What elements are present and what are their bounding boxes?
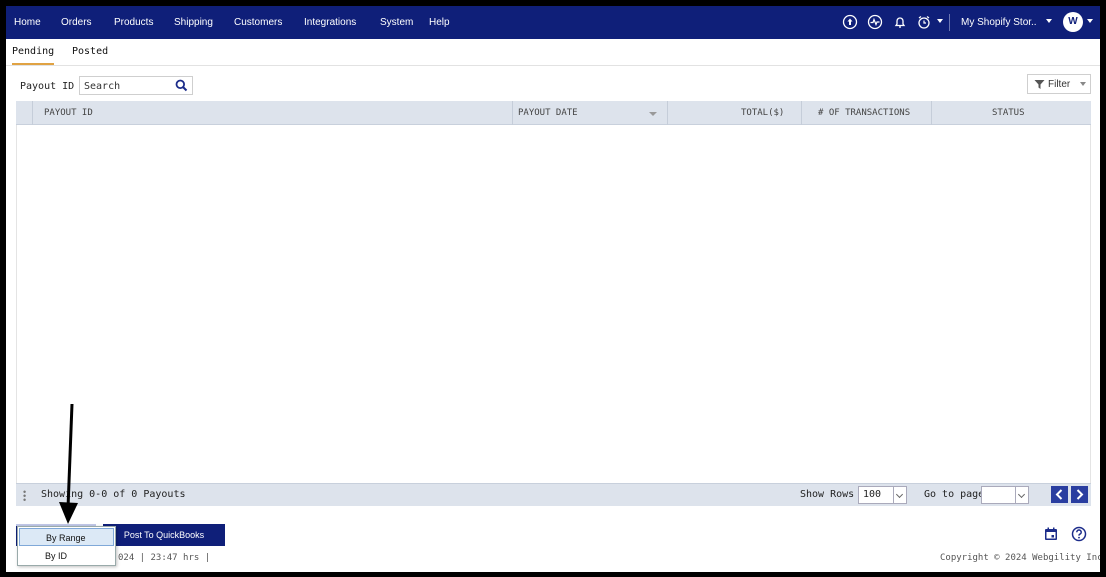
alarm-clock-icon[interactable] [916,14,932,30]
show-rows-label: Show Rows [800,489,855,500]
activity-circle-icon[interactable] [867,14,883,30]
prev-page-button[interactable] [1051,486,1068,503]
column-header-transactions[interactable]: # OF TRANSACTIONS [818,108,910,118]
column-header-payout-date[interactable]: PAYOUT DATE [518,108,578,118]
column-divider [931,101,932,125]
store-selector[interactable]: My Shopify Stor.. [961,17,1037,28]
annotation-arrow-icon [59,404,78,524]
nav-orders[interactable]: Orders [61,17,92,28]
tab-posted[interactable]: Posted [72,46,108,57]
nav-shipping[interactable]: Shipping [174,17,213,28]
column-divider [667,101,668,125]
column-divider [512,101,513,125]
column-divider [32,101,33,125]
chevron-down-icon[interactable] [937,19,943,23]
tab-bar: Pending Posted [6,39,1100,66]
top-nav-bar: Home Orders Products Shipping Customers … [6,6,1100,39]
sort-desc-icon[interactable] [649,112,657,116]
filter-icon [1034,80,1045,89]
sync-timestamp: 024 | 23:47 hrs | [118,553,211,563]
column-header-payout-id[interactable]: PAYOUT ID [44,108,93,118]
rows-per-page-select[interactable]: 100 [858,486,907,504]
bell-icon[interactable] [892,14,908,30]
go-to-page-select[interactable] [981,486,1029,504]
chevron-down-icon[interactable] [1087,19,1093,23]
chevron-right-icon [1076,489,1084,500]
help-icon[interactable] [1071,526,1087,542]
nav-help[interactable]: Help [429,17,450,28]
menu-item-by-range[interactable]: By Range [19,528,114,546]
upload-circle-icon[interactable] [842,14,858,30]
nav-system[interactable]: System [380,17,413,28]
next-page-button[interactable] [1071,486,1088,503]
column-header-total[interactable]: TOTAL($) [741,108,784,118]
chevron-down-icon[interactable] [1046,19,1052,23]
column-header-status[interactable]: STATUS [992,108,1025,118]
chevron-down-icon [1015,487,1028,503]
grid-body [16,125,1091,483]
calendar-icon[interactable] [1044,527,1058,541]
chevron-left-icon [1055,489,1063,500]
search-icon[interactable] [175,79,188,92]
pager-bar: • • • Showing 0-0 of 0 Payouts Show Rows 1… [16,483,1091,506]
filter-button[interactable]: Filter [1027,74,1091,94]
copyright-text: Copyright © 2024 Webgility Inc. [940,553,1100,563]
avatar[interactable]: W [1063,12,1083,32]
search-box [79,76,193,95]
nav-divider [949,14,950,31]
column-divider [801,101,802,125]
nav-home[interactable]: Home [14,17,41,28]
nav-products[interactable]: Products [114,17,153,28]
nav-customers[interactable]: Customers [234,17,282,28]
search-input[interactable] [84,79,172,93]
post-to-quickbooks-button[interactable]: Post To QuickBooks [103,524,225,546]
chevron-down-icon [1080,82,1086,86]
filter-label: Filter [1048,79,1071,90]
chevron-down-icon [893,487,906,503]
go-to-page-label: Go to page [924,489,985,500]
menu-item-by-id[interactable]: By ID [19,547,114,565]
post-options-menu: By Range By ID [17,526,116,566]
grip-handle-icon[interactable]: • • • [23,488,26,505]
grid-header: PAYOUT ID PAYOUT DATE TOTAL($) # OF TRAN… [16,101,1091,125]
app-window: Home Orders Products Shipping Customers … [6,6,1100,572]
nav-integrations[interactable]: Integrations [304,17,356,28]
payout-id-label: Payout ID : [20,81,87,92]
tab-pending[interactable]: Pending [12,46,55,65]
rows-per-page-value: 100 [863,489,882,500]
